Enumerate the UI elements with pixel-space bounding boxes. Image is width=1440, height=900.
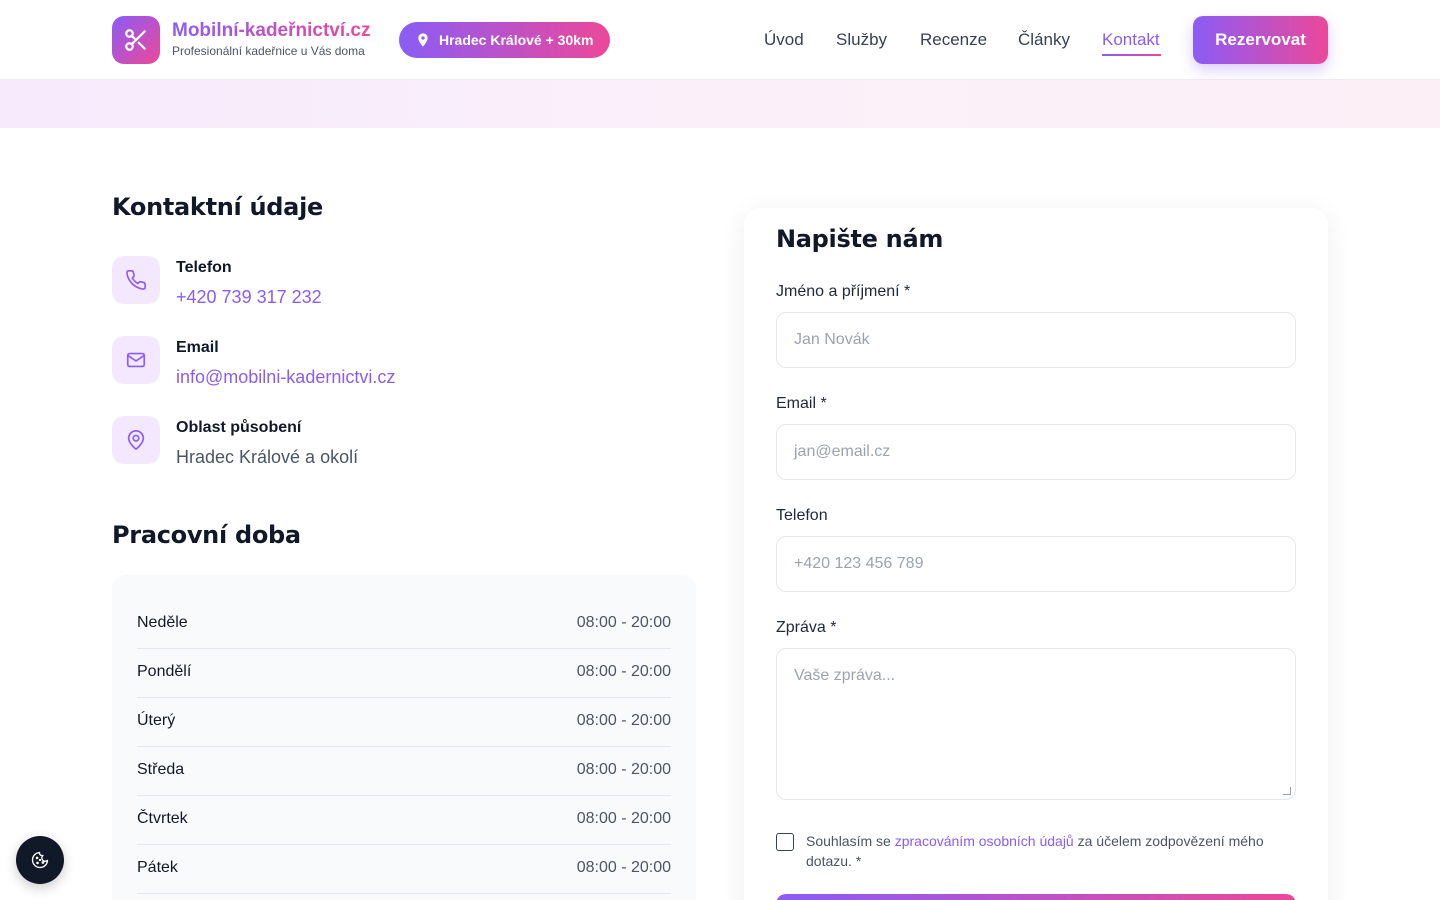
hours-row: Úterý 08:00 - 20:00 [137, 698, 671, 747]
hours-heading: Pracovní doba [112, 521, 301, 549]
contact-heading: Kontaktní údaje [112, 193, 323, 221]
location-badge: Hradec Králové + 30km [399, 22, 611, 58]
hours-day: Pondělí [137, 663, 192, 680]
phone-link[interactable]: +420 739 317 232 [176, 287, 322, 308]
site-header: Mobilní-kadeřnictví.cz Profesionální kad… [0, 0, 1440, 80]
hours-day: Středa [137, 761, 185, 778]
nav-item-sluzby[interactable]: Služby [836, 30, 887, 50]
privacy-link[interactable]: zpracováním osobních údajů [895, 833, 1074, 849]
hours-time: 08:00 - 20:00 [576, 810, 671, 827]
form-heading: Napište nám [776, 225, 944, 253]
hours-row: Středa 08:00 - 20:00 [137, 747, 671, 796]
email-label: Email [176, 339, 219, 356]
hours-time: 08:00 - 20:00 [576, 712, 671, 729]
reserve-button[interactable]: Rezervovat [1193, 16, 1328, 64]
hours-row: Pondělí 08:00 - 20:00 [137, 649, 671, 698]
message-textarea[interactable]: Vaše zpráva... [776, 648, 1296, 800]
message-field-label: Zpráva * [776, 619, 837, 636]
phone-label: Telefon [176, 259, 232, 276]
phone-icon [126, 270, 146, 290]
brand-subtitle: Profesionální kadeřnice u Vás doma [172, 44, 365, 58]
area-icon-box [112, 416, 160, 464]
email-placeholder: jan@email.cz [794, 443, 891, 460]
consent-checkbox[interactable] [776, 833, 794, 851]
name-field[interactable]: Jan Novák [776, 312, 1296, 368]
nav-item-clanky[interactable]: Články [1018, 30, 1070, 50]
hours-day: Neděle [137, 614, 188, 631]
mail-icon [126, 352, 146, 368]
map-pin-icon [127, 430, 145, 450]
area-value: Hradec Králové a okolí [176, 447, 359, 467]
hours-row: Neděle 08:00 - 20:00 [137, 600, 671, 649]
consent-before: Souhlasím se [806, 833, 895, 849]
map-pin-icon [418, 33, 428, 47]
hours-time: 08:00 - 20:00 [576, 761, 671, 778]
message-placeholder: Vaše zpráva... [794, 667, 896, 684]
nav-item-uvod[interactable]: Úvod [764, 30, 804, 50]
hours-time: 08:00 - 20:00 [576, 859, 671, 876]
phone-placeholder: +420 123 456 789 [794, 555, 924, 572]
scissors-icon [125, 29, 146, 51]
hours-day: Čtvrtek [137, 810, 188, 827]
nav-item-recenze[interactable]: Recenze [920, 30, 987, 50]
name-placeholder: Jan Novák [794, 331, 870, 348]
cookie-settings-button[interactable] [16, 836, 64, 884]
name-label: Jméno a příjmení * [776, 283, 911, 300]
phone-icon-box [112, 256, 160, 304]
area-label: Oblast působení [176, 419, 302, 436]
hours-day: Pátek [137, 859, 178, 876]
page-banner [0, 80, 1440, 128]
hours-row: Pátek 08:00 - 20:00 [137, 845, 671, 894]
nav-item-kontakt[interactable]: Kontakt [1102, 30, 1160, 50]
email-field[interactable]: jan@email.cz [776, 424, 1296, 480]
active-nav-indicator [1102, 54, 1161, 56]
hours-day: Úterý [137, 712, 176, 729]
cookie-icon [31, 851, 49, 869]
email-field-label: Email * [776, 395, 827, 412]
brand-title[interactable]: Mobilní-kadeřnictví.cz [172, 20, 370, 42]
hours-time: 08:00 - 20:00 [576, 663, 671, 680]
location-label: Hradec Králové + 30km [439, 32, 594, 48]
phone-field-label: Telefon [776, 507, 828, 524]
email-link[interactable]: info@mobilni-kadernictvi.cz [176, 367, 395, 388]
phone-field[interactable]: +420 123 456 789 [776, 536, 1296, 592]
resize-grip-icon[interactable] [1283, 787, 1291, 795]
mail-icon-box [112, 336, 160, 384]
hours-time: 08:00 - 20:00 [576, 614, 671, 631]
logo[interactable] [112, 16, 160, 64]
submit-button[interactable] [776, 894, 1296, 900]
hours-row: Čtvrtek 08:00 - 20:00 [137, 796, 671, 845]
consent-text: Souhlasím se zpracováním osobních údajů … [806, 831, 1306, 871]
